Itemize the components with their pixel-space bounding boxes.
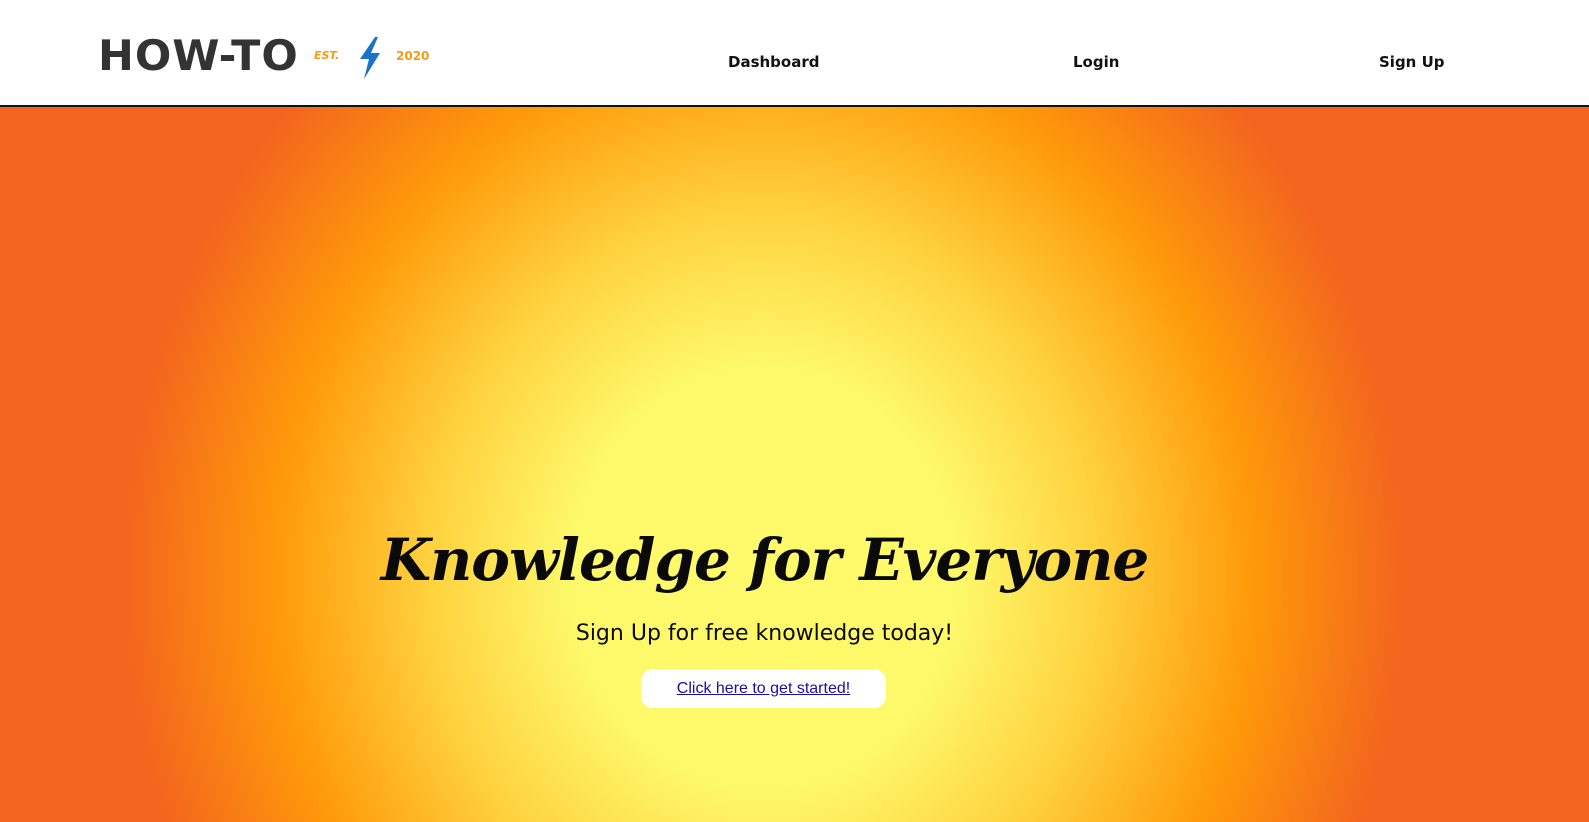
hero-section: Knowledge for Everyone Sign Up for free … xyxy=(0,107,1589,822)
nav-dashboard-link[interactable]: Dashboard xyxy=(728,52,819,72)
hero-title: Knowledge for Everyone xyxy=(380,525,1150,594)
page: HOW-TO EST. 2020 Dashboard Login Sign Up… xyxy=(0,0,1589,822)
est-label: EST. xyxy=(314,49,340,62)
get-started-link[interactable]: Click here to get started! xyxy=(677,680,850,698)
hero-subtitle: Sign Up for free knowledge today! xyxy=(575,621,954,646)
nav-signup-link[interactable]: Sign Up xyxy=(1379,52,1445,72)
lightning-bolt-icon xyxy=(360,37,380,79)
logo-text[interactable]: HOW-TO xyxy=(98,33,299,79)
nav-login-link[interactable]: Login xyxy=(1073,52,1119,72)
get-started-button[interactable]: Click here to get started! xyxy=(641,669,886,708)
site-header: HOW-TO EST. 2020 Dashboard Login Sign Up xyxy=(0,0,1589,107)
year-label: 2020 xyxy=(396,49,430,63)
